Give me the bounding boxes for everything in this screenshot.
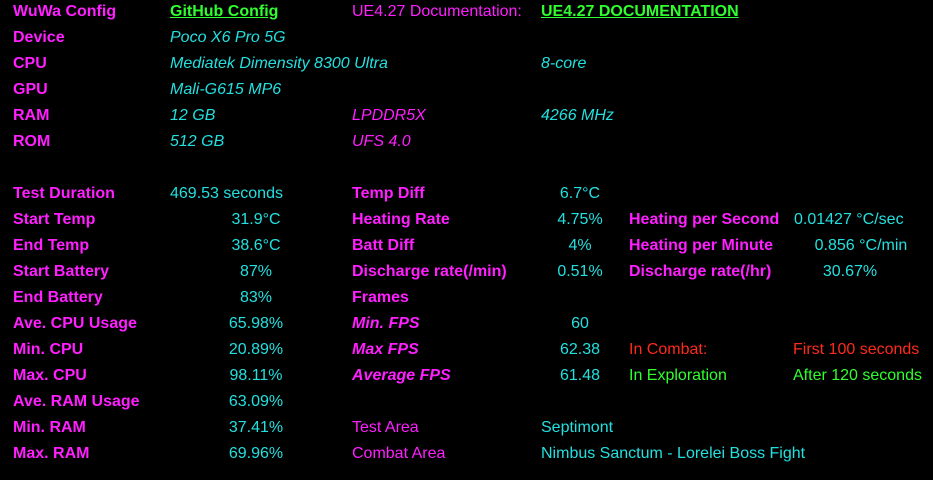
batt-diff-label: Batt Diff [352, 237, 415, 254]
end-temp-value: 38.6°C [231, 237, 281, 254]
avg-fps-label: Average FPS [352, 367, 451, 384]
heating-per-minute-value: 0.856 °C/min [814, 237, 908, 254]
combat-legend-value: First 100 seconds [793, 341, 920, 358]
min-cpu-label: Min. CPU [13, 341, 84, 358]
min-cpu-value: 20.89% [228, 341, 284, 358]
ave-cpu-value: 65.98% [228, 315, 284, 332]
discharge-min-value: 0.51% [557, 263, 603, 280]
ue-docs-link[interactable]: UE4.27 DOCUMENTATION [541, 2, 739, 22]
start-temp-label: Start Temp [13, 211, 96, 228]
max-fps-value: 62.38 [559, 341, 601, 358]
device-value: Poco X6 Pro 5G [170, 29, 286, 46]
rom-type: UFS 4.0 [352, 133, 411, 150]
github-config-link[interactable]: GitHub Config [170, 2, 278, 22]
discharge-min-label: Discharge rate(/min) [352, 263, 507, 280]
end-battery-value: 83% [239, 289, 273, 306]
discharge-hr-value: 30.67% [822, 263, 878, 280]
start-battery-label: Start Battery [13, 263, 110, 280]
ave-ram-label: Ave. RAM Usage [13, 393, 140, 410]
ram-value: 12 GB [170, 107, 216, 124]
heating-rate-value: 4.75% [557, 211, 603, 228]
gpu-value: Mali-G615 MP6 [170, 81, 282, 98]
cpu-cores: 8-core [541, 55, 587, 72]
ave-ram-value: 63.09% [228, 393, 284, 410]
start-battery-value: 87% [239, 263, 273, 280]
max-ram-value: 69.96% [228, 445, 284, 462]
discharge-hr-label: Discharge rate(/hr) [629, 263, 772, 280]
min-ram-value: 37.41% [228, 419, 284, 436]
cpu-value: Mediatek Dimensity 8300 Ultra [170, 55, 388, 72]
max-ram-label: Max. RAM [13, 445, 90, 462]
max-cpu-label: Max. CPU [13, 367, 87, 384]
start-temp-value: 31.9°C [231, 211, 281, 228]
frames-label: Frames [352, 289, 409, 306]
rom-label: ROM [13, 133, 51, 150]
test-area-value: Septimont [541, 419, 614, 436]
ram-speed: 4266 MHz [541, 107, 614, 124]
min-fps-value: 60 [571, 315, 589, 332]
end-battery-label: End Battery [13, 289, 103, 306]
min-ram-label: Min. RAM [13, 419, 86, 436]
heating-rate-label: Heating Rate [352, 211, 450, 228]
cpu-label: CPU [13, 55, 47, 72]
test-area-label: Test Area [352, 419, 419, 436]
end-temp-label: End Temp [13, 237, 90, 254]
max-cpu-value: 98.11% [229, 367, 283, 384]
combat-area-value: Nimbus Sanctum - Lorelei Boss Fight [541, 445, 806, 462]
avg-fps-value: 61.48 [559, 367, 601, 384]
exploration-legend-label: In Exploration [629, 367, 727, 384]
exploration-legend-value: After 120 seconds [793, 367, 922, 384]
heating-per-minute-label: Heating per Minute [629, 237, 774, 254]
test-duration-value: 469.53 seconds [170, 185, 283, 202]
gpu-label: GPU [13, 81, 48, 98]
ave-cpu-label: Ave. CPU Usage [13, 315, 137, 332]
device-label: Device [13, 29, 65, 46]
heating-per-second-value: 0.01427 °C/sec [794, 211, 904, 228]
temp-diff-label: Temp Diff [352, 185, 425, 202]
test-duration-label: Test Duration [13, 185, 115, 202]
max-fps-label: Max FPS [352, 341, 419, 358]
rom-value: 512 GB [170, 133, 225, 150]
batt-diff-value: 4% [568, 237, 592, 254]
ram-type: LPDDR5X [352, 107, 426, 124]
combat-area-label: Combat Area [352, 445, 446, 462]
temp-diff-value: 6.7°C [559, 185, 601, 202]
min-fps-label: Min. FPS [352, 315, 420, 332]
combat-legend-label: In Combat: [629, 341, 708, 358]
page-title: WuWa Config [13, 3, 117, 20]
heating-per-second-label: Heating per Second [629, 211, 780, 228]
docs-label: UE4.27 Documentation: [352, 3, 522, 20]
ram-label: RAM [13, 107, 50, 124]
